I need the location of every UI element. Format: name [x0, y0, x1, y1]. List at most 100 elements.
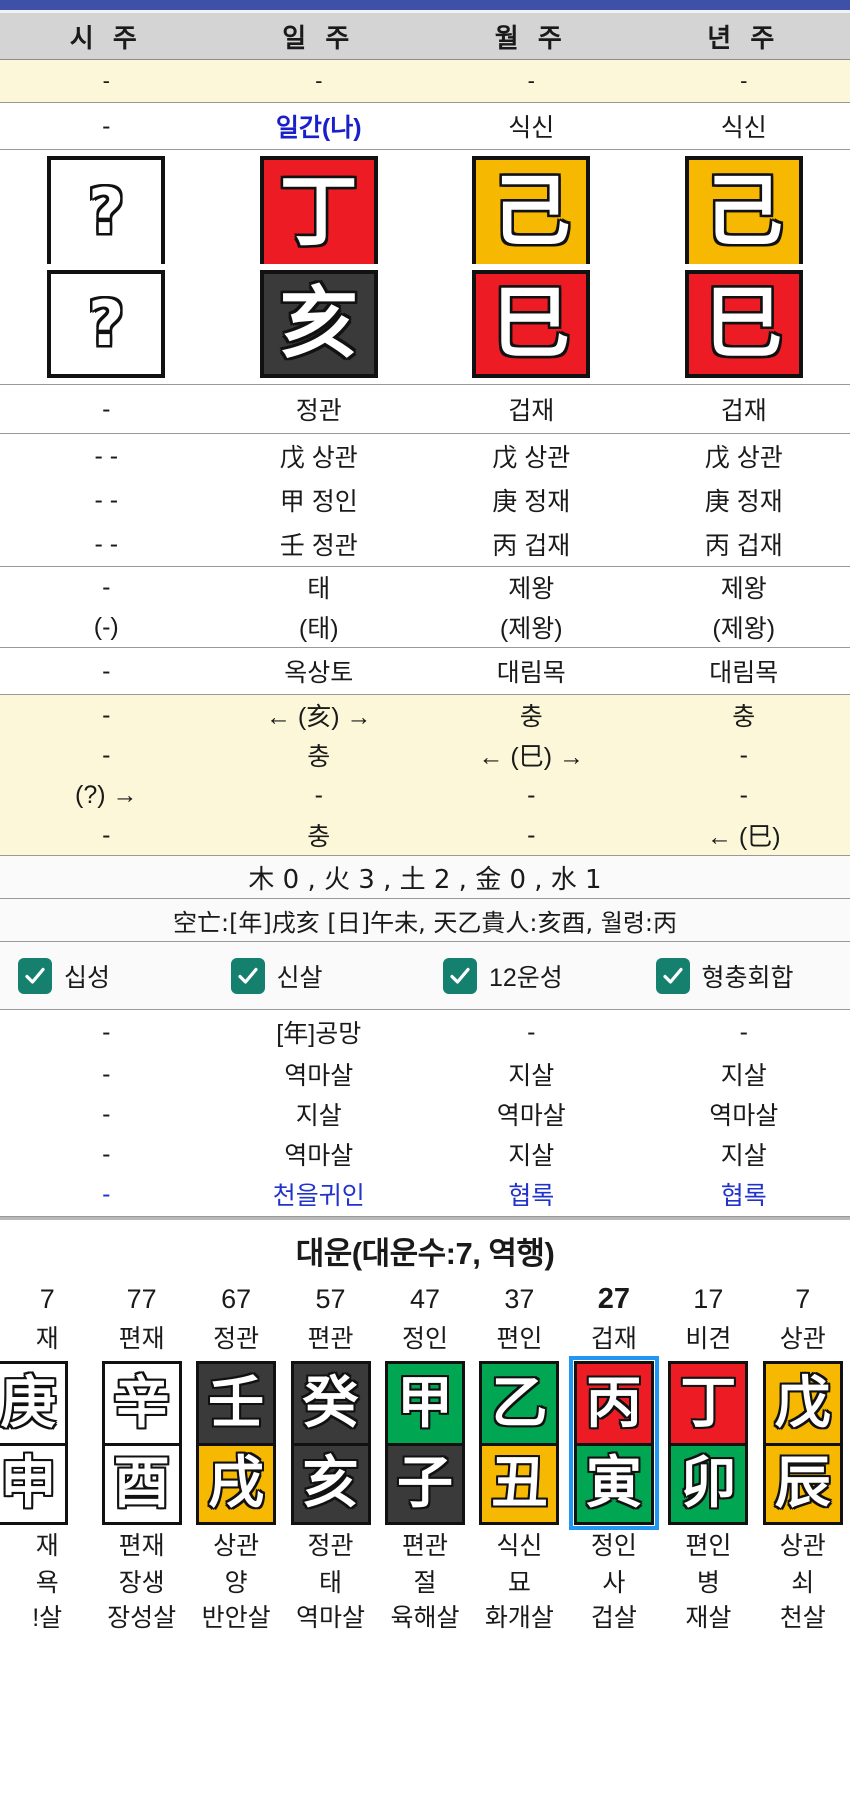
- daeun-age-6: 27: [597, 1283, 631, 1315]
- daeun-stem-glyph-8[interactable]: 戊: [762, 1361, 843, 1443]
- daeun-stem-glyph-3[interactable]: 癸: [290, 1361, 371, 1443]
- daeun-sinsal-5: 화개살: [484, 1604, 554, 1632]
- daeun-grid: 7 재 庚 申 재 욕 !살 77 편재 辛 酉 편재 장생 장성살 67 정관…: [0, 1279, 850, 1635]
- twelve-stage-group: - 태 제왕 제왕 (-) (태) (제왕) (제왕): [0, 567, 850, 648]
- tenstar-stem-day: 일간(나): [275, 114, 362, 142]
- stem-glyph-year[interactable]: 己: [684, 156, 803, 264]
- daeun-column-4[interactable]: 47 정인 甲 子 편관 절 육해살: [378, 1279, 472, 1635]
- daeun-stem-glyph-7[interactable]: 丁: [668, 1361, 749, 1443]
- daeun-column-5[interactable]: 37 편인 乙 丑 식신 묘 화개살: [472, 1279, 566, 1635]
- daeun-branch-glyph-7[interactable]: 卯: [668, 1443, 749, 1525]
- branch-cell-month[interactable]: 巳: [425, 264, 638, 384]
- daeun-branch-glyph-8[interactable]: 辰: [762, 1443, 843, 1525]
- daeun-glyph-stack-8[interactable]: 戊 辰: [761, 1359, 845, 1527]
- daeun-12unseong-5: 묘: [507, 1569, 531, 1597]
- branch-glyph-month[interactable]: 巳: [472, 270, 591, 378]
- daeun-sinsal-3: 역마살: [296, 1604, 366, 1632]
- tenstar-stem-hour: -: [102, 111, 111, 140]
- daeun-sinsal-7: 재살: [685, 1604, 732, 1632]
- daeun-branch-glyph-3[interactable]: 亥: [290, 1443, 371, 1525]
- sinsal-2-hour: -: [102, 1059, 111, 1088]
- daeun-tenstar-branch-1: 편재: [118, 1532, 165, 1560]
- daeun-column-6[interactable]: 27 겁재 丙 寅 정인 사 겁살: [567, 1279, 661, 1635]
- daeun-glyph-stack-3[interactable]: 癸 亥: [289, 1359, 373, 1527]
- daeun-column-3[interactable]: 57 편관 癸 亥 정관 태 역마살: [283, 1279, 377, 1635]
- daeun-glyph-stack-6-selected[interactable]: 丙 寅: [568, 1356, 659, 1530]
- check-icon[interactable]: [230, 957, 265, 994]
- stem-glyph-hour[interactable]: ?: [47, 156, 166, 264]
- tenstar-branch-day: 정관: [295, 397, 342, 425]
- sinsal-row-5: - 천을귀인 협록 협록: [0, 1174, 850, 1214]
- sinsal-5-year[interactable]: 협록: [638, 1174, 850, 1214]
- harmony-1-hour: -: [102, 700, 111, 729]
- five-elements-summary: 木 0 , 火 3 , 土 2 , 金 0 , 水 1: [0, 856, 850, 899]
- daeun-column-1[interactable]: 77 편재 辛 酉 편재 장생 장성살: [94, 1279, 188, 1635]
- daeun-glyph-stack-4[interactable]: 甲 子: [383, 1359, 467, 1527]
- harmony-3-hour: (?) →: [75, 780, 138, 809]
- branch-cell-hour[interactable]: ?: [0, 264, 213, 384]
- daeun-stem-glyph-2[interactable]: 壬: [196, 1361, 277, 1443]
- daeun-glyph-stack-5[interactable]: 乙 丑: [477, 1359, 561, 1527]
- daeun-column-8[interactable]: 7 상관 戊 辰 상관 쇠 천살: [756, 1279, 850, 1635]
- daeun-branch-glyph-0[interactable]: 申: [0, 1443, 69, 1525]
- checkbox-hyeongchunghoehap[interactable]: 형충회합: [638, 957, 850, 994]
- daeun-sinsal-6: 겁살: [590, 1604, 637, 1632]
- sinsal-4-year: 지살: [720, 1142, 767, 1170]
- daeun-glyph-stack-7[interactable]: 丁 卯: [666, 1359, 750, 1527]
- checkbox-hyeongchunghoehap-label: 형충회합: [701, 963, 794, 992]
- daeun-branch-glyph-5[interactable]: 丑: [479, 1443, 560, 1525]
- branch-glyph-year[interactable]: 巳: [684, 270, 803, 378]
- sinsal-top-month: -: [527, 68, 535, 93]
- harmony-1-day: ← (亥) →: [265, 703, 372, 731]
- daeun-sinsal-8: 천살: [779, 1604, 826, 1632]
- daeun-12unseong-4: 절: [413, 1569, 437, 1597]
- stem-glyph-month[interactable]: 己: [472, 156, 591, 264]
- pillar-header-hour: 시 주: [69, 22, 143, 53]
- check-icon[interactable]: [655, 957, 690, 994]
- daeun-branch-glyph-4[interactable]: 子: [384, 1443, 465, 1525]
- stem-cell-year[interactable]: 己: [638, 150, 850, 270]
- daeun-stem-glyph-0[interactable]: 庚: [0, 1361, 69, 1443]
- daeun-tenstar-stem-7: 비견: [685, 1325, 732, 1353]
- branch-glyph-day[interactable]: 亥: [259, 270, 378, 378]
- branch-cell-year[interactable]: 巳: [638, 264, 850, 384]
- check-icon[interactable]: [443, 957, 477, 994]
- checkbox-sinsal[interactable]: 신살: [213, 957, 426, 994]
- harmony-4-month: -: [527, 820, 536, 849]
- display-options-row: 십성 신살 12운성 형충회합: [0, 942, 850, 1010]
- daeun-column-0[interactable]: 7 재 庚 申 재 욕 !살: [0, 1279, 94, 1635]
- check-icon[interactable]: [18, 957, 52, 994]
- daeun-12unseong-1: 장생: [118, 1569, 165, 1597]
- daeun-stem-glyph-1[interactable]: 辛: [101, 1361, 182, 1443]
- stem-cell-day[interactable]: 丁: [213, 150, 426, 270]
- stem-cell-hour[interactable]: ?: [0, 150, 213, 270]
- daeun-stem-glyph-4[interactable]: 甲: [384, 1361, 465, 1443]
- chart-info-summary: 空亡:[年]戌亥 [日]午未, 天乙貴人:亥酉, 월령:丙: [0, 899, 850, 942]
- daeun-age-1: 77: [126, 1284, 157, 1314]
- daeun-branch-glyph-2[interactable]: 戌: [196, 1443, 277, 1525]
- napeum-hour: -: [102, 656, 111, 685]
- sinsal-top-day: -: [315, 68, 323, 93]
- daeun-branch-glyph-1[interactable]: 酉: [101, 1443, 182, 1525]
- saju-chart-app: 시 주 일 주 월 주 년 주 - - - - - 일간(나) 식신 식신 ? …: [0, 0, 850, 1635]
- daeun-glyph-stack-1[interactable]: 辛 酉: [100, 1359, 184, 1527]
- daeun-branch-glyph-6[interactable]: 寅: [573, 1443, 654, 1525]
- stem-glyph-day[interactable]: 丁: [259, 156, 378, 264]
- twelve-stage-2-hour: (-): [93, 612, 119, 641]
- daeun-column-2[interactable]: 67 정관 壬 戌 상관 양 반안살: [189, 1279, 283, 1635]
- sinsal-5-month[interactable]: 협록: [425, 1174, 638, 1214]
- sinsal-5-hour[interactable]: -: [0, 1174, 213, 1214]
- daeun-glyph-stack-2[interactable]: 壬 戌: [194, 1359, 278, 1527]
- daeun-column-7[interactable]: 17 비견 丁 卯 편인 병 재살: [661, 1279, 755, 1635]
- daeun-glyph-stack-0[interactable]: 庚 申: [0, 1359, 70, 1527]
- checkbox-12unseong[interactable]: 12운성: [425, 957, 638, 994]
- daeun-stem-glyph-6[interactable]: 丙: [573, 1361, 654, 1443]
- stem-cell-month[interactable]: 己: [425, 150, 638, 270]
- daeun-age-8: 7: [795, 1284, 811, 1314]
- sinsal-5-day[interactable]: 천을귀인: [213, 1174, 426, 1214]
- branch-glyph-hour[interactable]: ?: [47, 270, 166, 378]
- daeun-stem-glyph-5[interactable]: 乙: [479, 1361, 560, 1443]
- checkbox-sipseong[interactable]: 십성: [0, 957, 213, 994]
- harmony-2-year: -: [739, 740, 748, 769]
- branch-cell-day[interactable]: 亥: [213, 264, 426, 384]
